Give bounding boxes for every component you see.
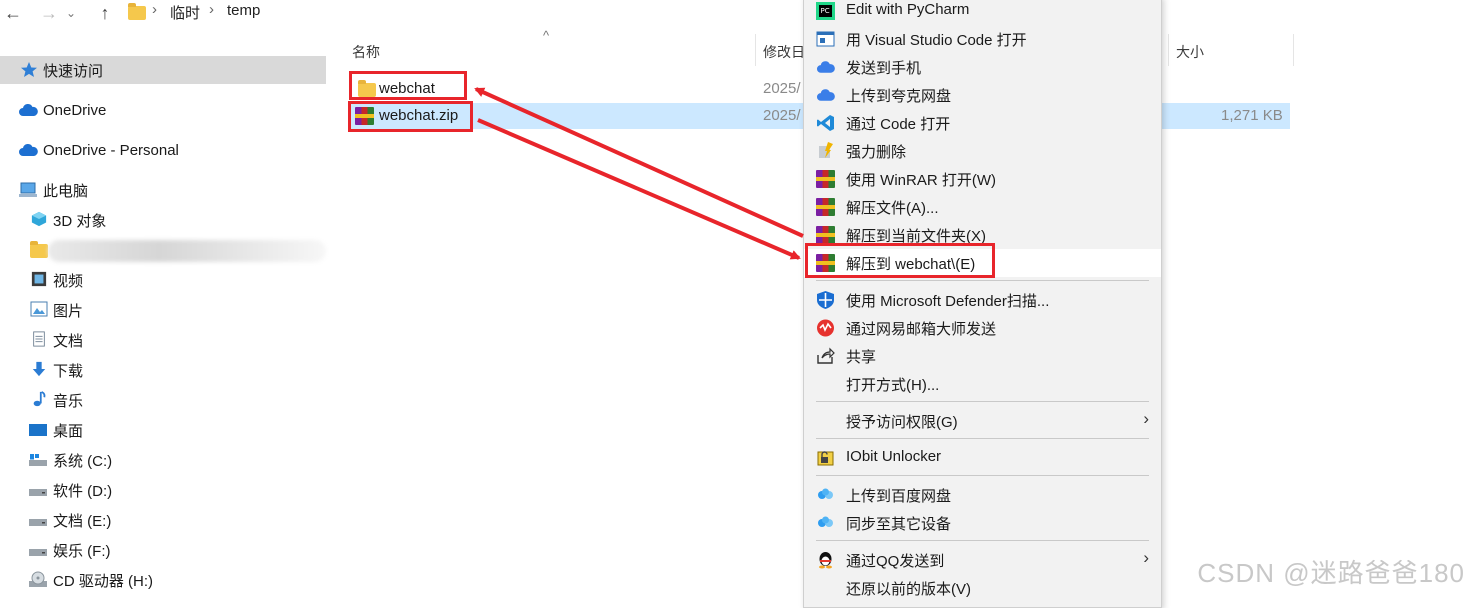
arrow-to-folder: [474, 87, 804, 238]
watermark: CSDN @迷路爸爸180: [1197, 558, 1465, 588]
annotation-arrows: [474, 87, 804, 260]
arrow-to-menu-item: [477, 118, 801, 260]
